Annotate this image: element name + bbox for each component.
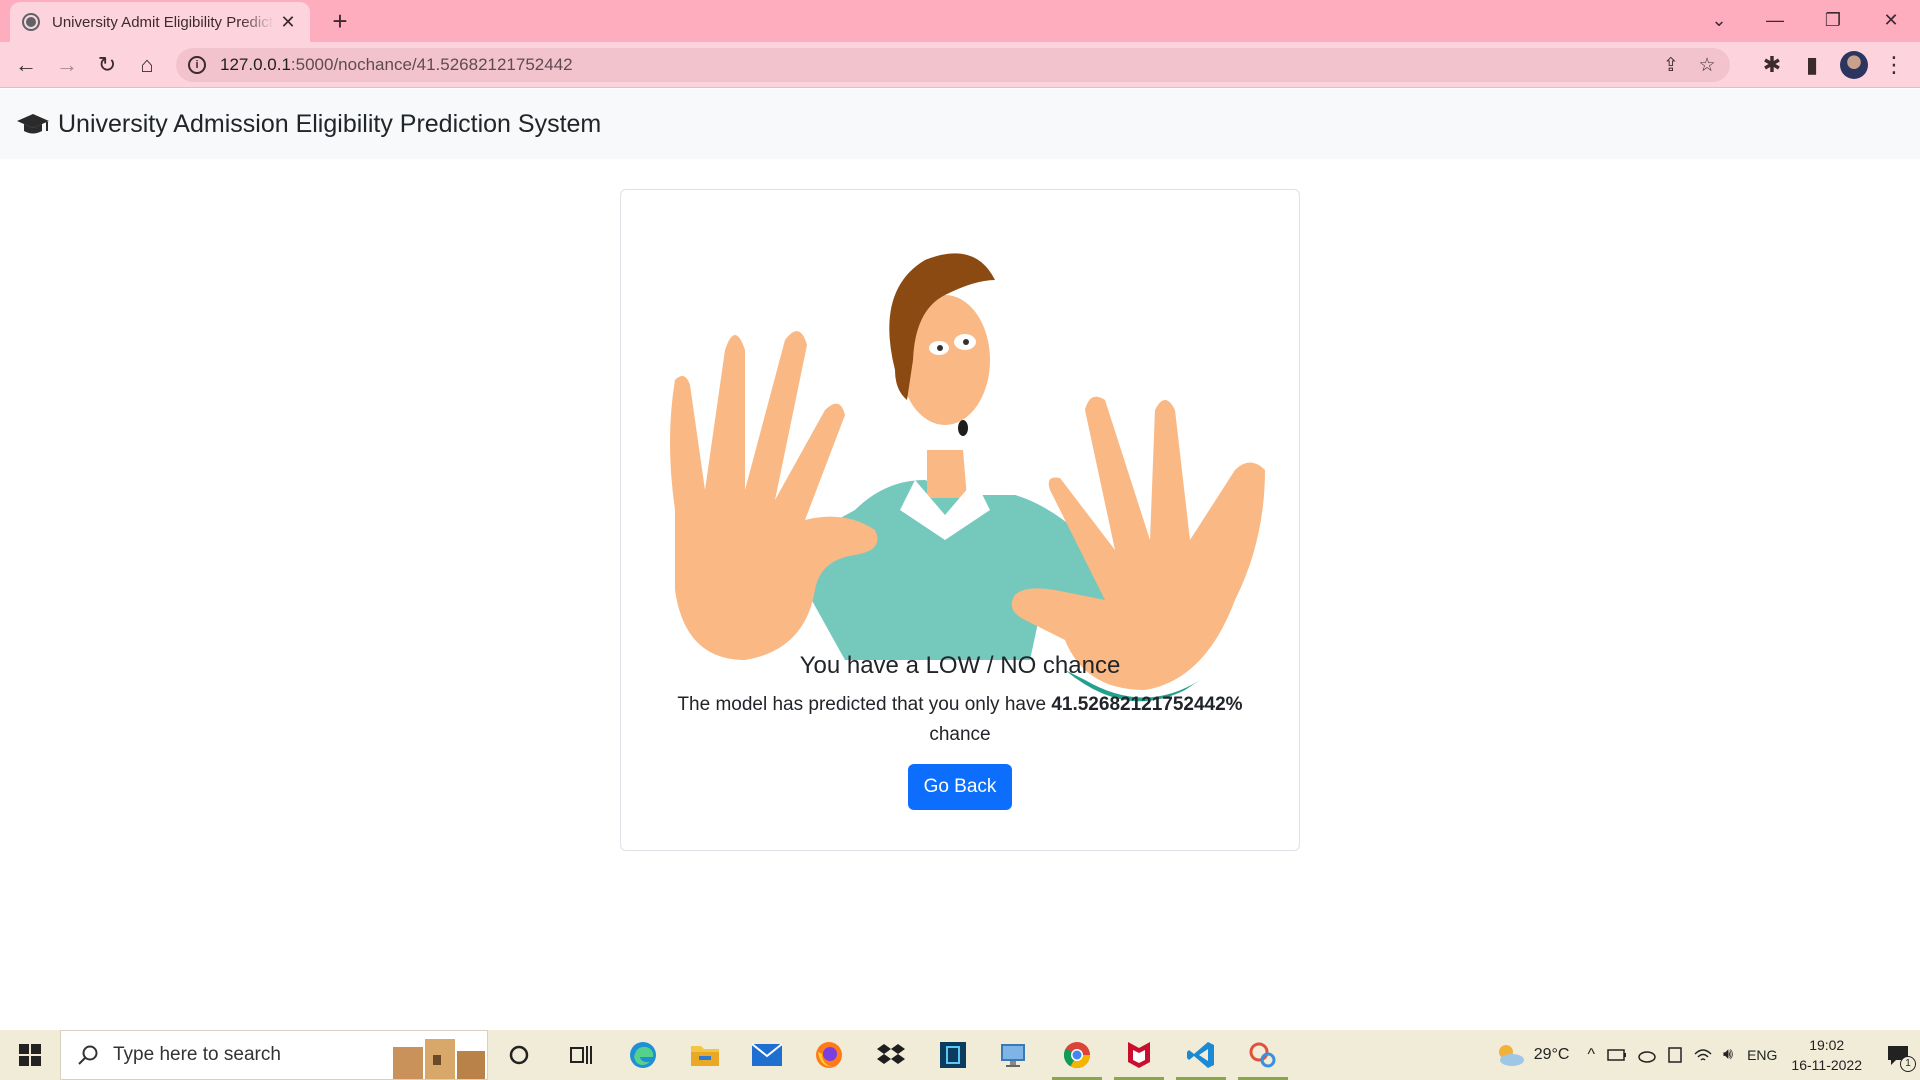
taskbar-search[interactable]: Type here to search [60,1030,488,1080]
browser-tab[interactable]: University Admit Eligibility Prediction … [10,2,310,42]
address-bar[interactable]: i 127.0.0.1:5000/nochance/41.52682121752… [176,48,1730,82]
clock-time: 19:02 [1809,1037,1845,1053]
windows-taskbar: Type here to search 29°C ^ 🔊︎ ENG 19:02 … [0,1030,1920,1080]
graduation-cap-icon [17,114,49,134]
site-navbar: University Admission Eligibility Predict… [0,89,1920,159]
search-icon [78,1045,98,1065]
site-info-icon[interactable]: i [188,56,206,74]
card-body: You have a LOW / NO chance The model has… [621,650,1299,810]
clock[interactable]: 19:02 16-11-2022 [1791,1035,1862,1075]
system-tray: 29°C ^ 🔊︎ ENG 19:02 16-11-2022 1 [1492,1030,1920,1080]
close-window-button[interactable]: ✕ [1862,0,1920,40]
globe-icon [22,13,40,31]
result-text-before: The model has predicted that you only ha… [677,694,1052,715]
forward-button[interactable]: → [51,49,83,81]
result-card: You have a LOW / NO chance The model has… [620,189,1300,851]
tab-title: University Admit Eligibility Prediction … [52,13,274,31]
file-explorer-icon[interactable] [674,1030,736,1080]
clock-date: 16-11-2022 [1791,1057,1862,1073]
extensions-icon[interactable]: ✱ [1756,49,1788,81]
firefox-icon[interactable] [798,1030,860,1080]
show-hidden-icons-icon[interactable]: ^ [1587,1046,1595,1064]
task-view-icon[interactable] [550,1030,612,1080]
mail-icon[interactable] [736,1030,798,1080]
chrome-icon[interactable] [1046,1030,1108,1080]
vscode-icon[interactable] [1170,1030,1232,1080]
dropbox-icon[interactable] [860,1030,922,1080]
url-host: 127.0.0.1 [220,55,291,74]
omnibox-actions: ⇪ ☆ [1658,52,1720,78]
result-description: The model has predicted that you only ha… [640,690,1280,750]
language-indicator[interactable]: ENG [1747,1047,1777,1063]
notification-center-button[interactable]: 1 [1876,1030,1920,1080]
url-path: :5000/nochance/41.52682121752442 [290,55,573,74]
battery-icon[interactable] [1607,1048,1627,1062]
close-tab-icon[interactable]: ✕ [278,12,298,33]
home-button[interactable]: ⌂ [131,49,163,81]
go-back-button[interactable]: Go Back [907,764,1013,810]
reload-button[interactable]: ↻ [91,49,123,81]
back-button[interactable]: ← [10,49,42,81]
device-icon[interactable] [1667,1046,1683,1064]
result-heading: You have a LOW / NO chance [799,652,1121,679]
weather-partly-cloudy-icon[interactable] [1492,1042,1526,1068]
tab-search-icon[interactable]: ⌄ [1690,0,1748,40]
onedrive-cloud-icon[interactable] [1637,1046,1657,1064]
bookmark-star-icon[interactable]: ☆ [1694,52,1720,78]
windows-logo-icon [19,1044,41,1066]
minimize-button[interactable]: — [1746,0,1804,40]
search-highlight-art [393,1039,485,1079]
edge-browser-icon[interactable] [612,1030,674,1080]
result-text-after: chance [929,724,991,745]
volume-icon[interactable]: 🔊︎ [1723,1046,1733,1064]
restore-button[interactable]: ❐ [1804,0,1862,40]
weather-temperature[interactable]: 29°C [1534,1046,1570,1064]
cortana-icon[interactable] [488,1030,550,1080]
side-panel-icon[interactable]: ▮ [1796,49,1828,81]
start-button[interactable] [0,1030,60,1080]
search-placeholder: Type here to search [113,1044,281,1065]
profile-avatar[interactable] [1840,51,1868,79]
tab-strip: University Admit Eligibility Prediction … [0,0,1920,42]
ide-icon[interactable] [922,1030,984,1080]
remote-desktop-icon[interactable] [984,1030,1046,1080]
result-percentage: 41.52682121752442% [1051,694,1243,715]
menu-kebab-icon[interactable]: ⋮ [1878,49,1910,81]
new-tab-button[interactable]: + [325,6,355,37]
browser-chrome: University Admit Eligibility Prediction … [0,0,1920,88]
notification-count-badge: 1 [1900,1056,1916,1072]
mcafee-icon[interactable] [1108,1030,1170,1080]
browser-toolbar: ← → ↻ ⌂ i 127.0.0.1:5000/nochance/41.526… [0,42,1920,88]
wifi-icon[interactable] [1693,1046,1713,1064]
paint-app-icon[interactable] [1232,1030,1294,1080]
share-icon[interactable]: ⇪ [1658,52,1684,78]
brand-title[interactable]: University Admission Eligibility Predict… [58,110,601,139]
